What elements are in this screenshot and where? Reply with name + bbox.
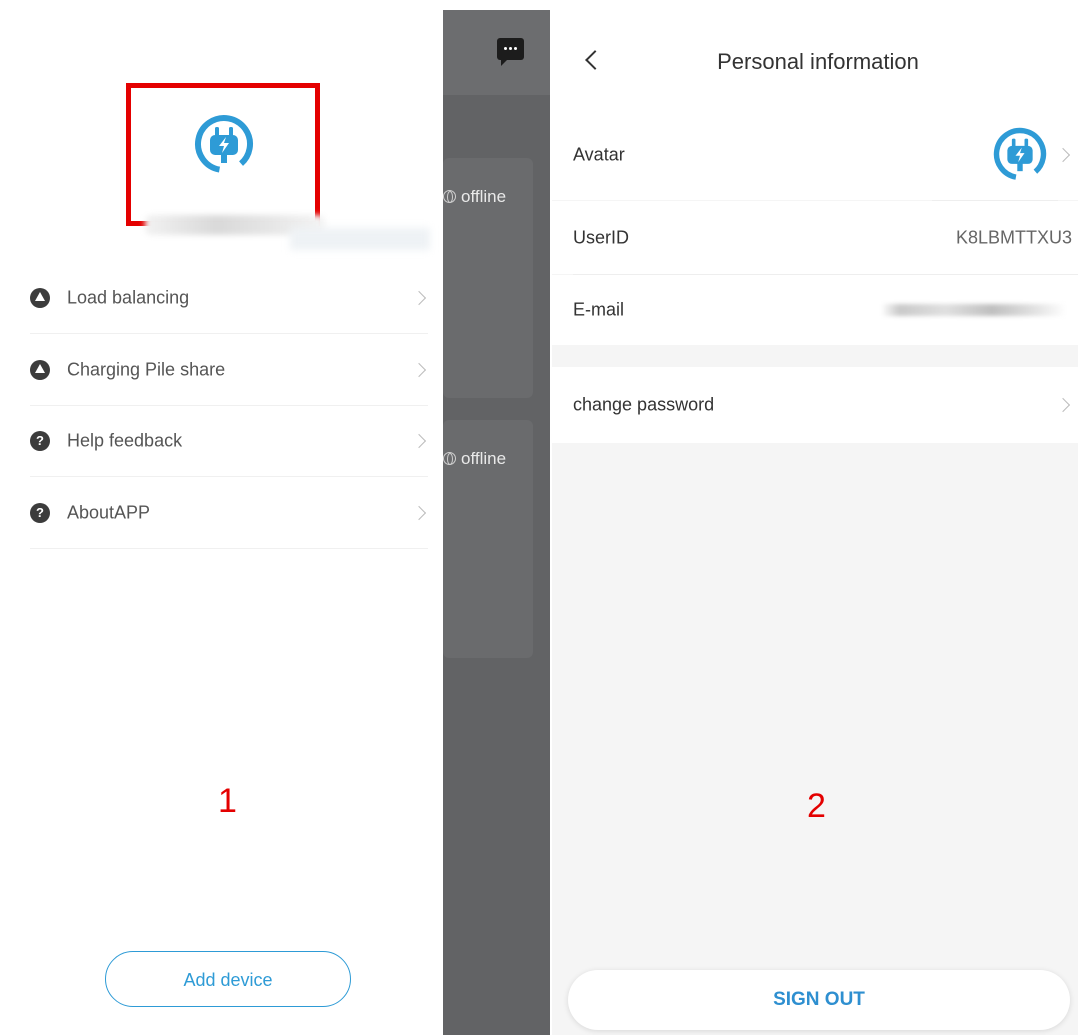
blur-area — [290, 228, 430, 250]
row-change-password[interactable]: change password — [552, 367, 1078, 443]
avatar-icon — [992, 126, 1048, 187]
sign-out-button[interactable]: SIGN OUT — [568, 970, 1070, 1030]
chevron-right-icon — [1055, 397, 1071, 413]
chevron-right-icon — [411, 290, 427, 305]
menu-item-charging-pile-share[interactable]: Charging Pile share — [30, 334, 428, 406]
triangle-icon — [30, 287, 50, 308]
row-userid: UserID K8LBMTTXU3 — [552, 201, 1078, 274]
status-text: offline — [461, 187, 507, 206]
question-icon: ? — [30, 502, 50, 523]
menu-item-help-feedback[interactable]: ? Help feedback — [30, 405, 428, 477]
chevron-right-icon — [411, 433, 427, 448]
status-text: offline — [461, 449, 507, 468]
email-label: E-mail — [573, 299, 625, 320]
triangle-icon — [30, 359, 50, 380]
menu-item-label: Charging Pile share — [67, 359, 226, 379]
highlight-box — [126, 83, 320, 226]
background-header — [443, 10, 550, 95]
menu-item-label: Load balancing — [67, 287, 190, 307]
annotation-number: 2 — [807, 787, 826, 825]
question-icon: ? — [30, 430, 50, 451]
add-device-button[interactable]: Add device — [105, 951, 351, 1007]
message-icon — [497, 38, 524, 66]
chevron-right-icon — [1055, 147, 1071, 163]
change-password-label: change password — [573, 394, 715, 415]
header: Personal information — [552, 0, 1078, 120]
row-avatar[interactable]: Avatar — [552, 110, 1078, 200]
avatar-label: Avatar — [573, 144, 625, 165]
menu-item-label: AboutAPP — [67, 502, 151, 522]
globe-icon — [443, 190, 456, 203]
menu-item-label: Help feedback — [67, 430, 183, 450]
personal-info-screen: Personal information Avatar UserID K8LBM… — [552, 0, 1078, 1035]
row-email: E-mail — [552, 275, 1078, 345]
menu-item-about-app[interactable]: ? AboutAPP — [30, 477, 428, 549]
chevron-right-icon — [411, 362, 427, 377]
device-status: offline — [443, 449, 506, 469]
device-status: offline — [443, 187, 506, 207]
menu-item-load-balancing[interactable]: Load balancing — [30, 262, 428, 334]
dimmed-background[interactable]: offline offline — [443, 10, 550, 1035]
side-drawer: Load balancing Charging Pile share ? Hel… — [0, 0, 443, 1035]
email-value-blurred — [881, 304, 1066, 316]
plug-logo-icon[interactable] — [193, 113, 255, 180]
chevron-right-icon — [411, 505, 427, 520]
globe-icon — [443, 452, 456, 465]
page-title: Personal information — [717, 49, 919, 74]
userid-label: UserID — [573, 227, 630, 247]
userid-value: K8LBMTTXU3 — [955, 227, 1072, 247]
annotation-number: 1 — [218, 782, 237, 820]
